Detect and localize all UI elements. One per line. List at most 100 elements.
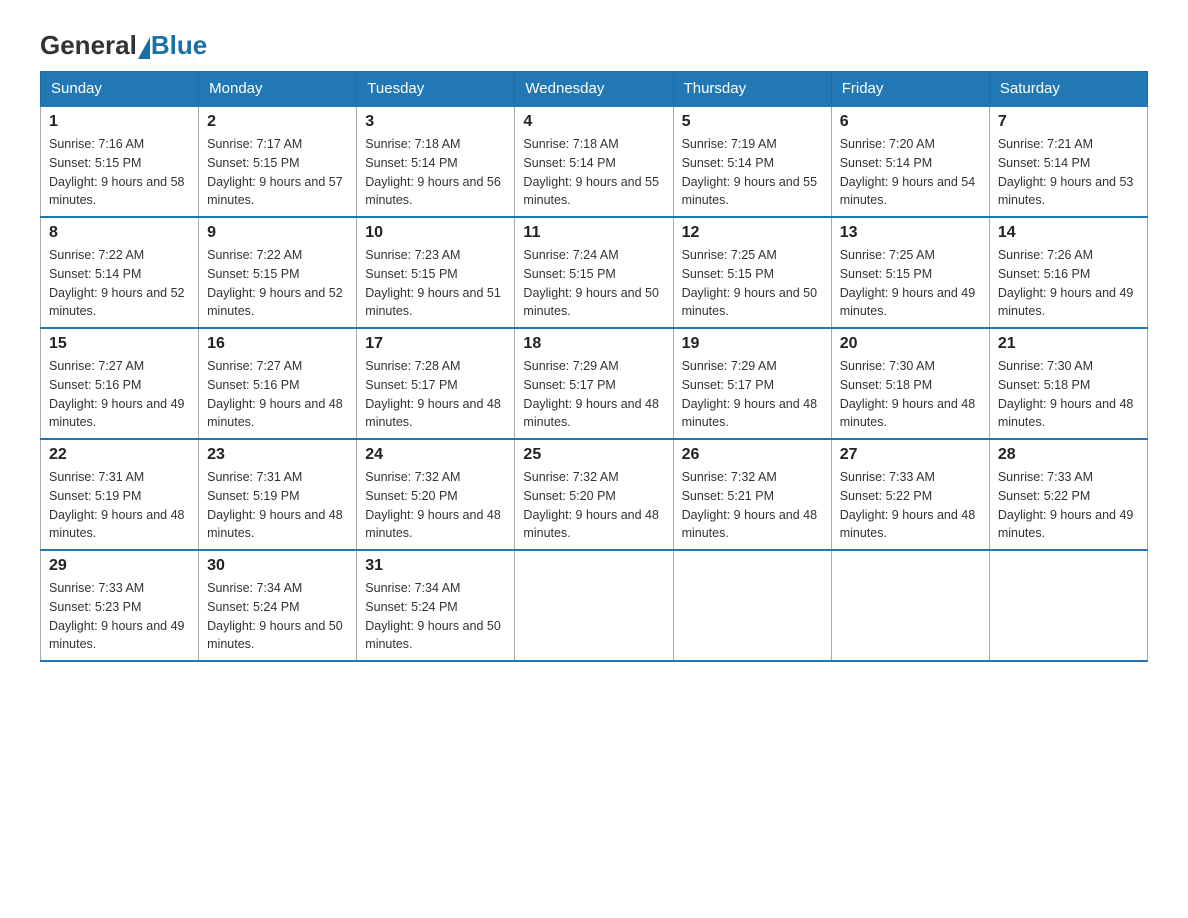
day-info: Sunrise: 7:29 AMSunset: 5:17 PMDaylight:…: [523, 359, 659, 429]
calendar-table: SundayMondayTuesdayWednesdayThursdayFrid…: [40, 71, 1148, 662]
calendar-cell: 5 Sunrise: 7:19 AMSunset: 5:14 PMDayligh…: [673, 106, 831, 217]
day-number: 25: [523, 446, 664, 464]
calendar-cell: 6 Sunrise: 7:20 AMSunset: 5:14 PMDayligh…: [831, 106, 989, 217]
calendar-cell: [989, 550, 1147, 661]
day-info: Sunrise: 7:23 AMSunset: 5:15 PMDaylight:…: [365, 248, 501, 318]
day-info: Sunrise: 7:21 AMSunset: 5:14 PMDaylight:…: [998, 137, 1134, 207]
day-info: Sunrise: 7:33 AMSunset: 5:22 PMDaylight:…: [998, 470, 1134, 540]
calendar-cell: 25 Sunrise: 7:32 AMSunset: 5:20 PMDaylig…: [515, 439, 673, 550]
weekday-header-monday: Monday: [199, 72, 357, 107]
day-info: Sunrise: 7:34 AMSunset: 5:24 PMDaylight:…: [365, 581, 501, 651]
day-number: 24: [365, 446, 506, 464]
day-number: 2: [207, 113, 348, 131]
calendar-cell: 13 Sunrise: 7:25 AMSunset: 5:15 PMDaylig…: [831, 217, 989, 328]
day-number: 18: [523, 335, 664, 353]
day-info: Sunrise: 7:24 AMSunset: 5:15 PMDaylight:…: [523, 248, 659, 318]
calendar-cell: 17 Sunrise: 7:28 AMSunset: 5:17 PMDaylig…: [357, 328, 515, 439]
day-number: 30: [207, 557, 348, 575]
calendar-cell: 27 Sunrise: 7:33 AMSunset: 5:22 PMDaylig…: [831, 439, 989, 550]
calendar-cell: [673, 550, 831, 661]
day-number: 10: [365, 224, 506, 242]
day-number: 28: [998, 446, 1139, 464]
calendar-cell: 31 Sunrise: 7:34 AMSunset: 5:24 PMDaylig…: [357, 550, 515, 661]
calendar-cell: 9 Sunrise: 7:22 AMSunset: 5:15 PMDayligh…: [199, 217, 357, 328]
day-info: Sunrise: 7:26 AMSunset: 5:16 PMDaylight:…: [998, 248, 1134, 318]
day-info: Sunrise: 7:19 AMSunset: 5:14 PMDaylight:…: [682, 137, 818, 207]
day-number: 23: [207, 446, 348, 464]
calendar-cell: 1 Sunrise: 7:16 AMSunset: 5:15 PMDayligh…: [41, 106, 199, 217]
logo-triangle-icon: [138, 37, 150, 59]
day-info: Sunrise: 7:32 AMSunset: 5:21 PMDaylight:…: [682, 470, 818, 540]
day-info: Sunrise: 7:16 AMSunset: 5:15 PMDaylight:…: [49, 137, 185, 207]
calendar-cell: 21 Sunrise: 7:30 AMSunset: 5:18 PMDaylig…: [989, 328, 1147, 439]
calendar-cell: 28 Sunrise: 7:33 AMSunset: 5:22 PMDaylig…: [989, 439, 1147, 550]
calendar-cell: [515, 550, 673, 661]
day-number: 1: [49, 113, 190, 131]
calendar-cell: 11 Sunrise: 7:24 AMSunset: 5:15 PMDaylig…: [515, 217, 673, 328]
day-info: Sunrise: 7:33 AMSunset: 5:22 PMDaylight:…: [840, 470, 976, 540]
day-number: 3: [365, 113, 506, 131]
weekday-header-wednesday: Wednesday: [515, 72, 673, 107]
day-number: 15: [49, 335, 190, 353]
calendar-cell: 19 Sunrise: 7:29 AMSunset: 5:17 PMDaylig…: [673, 328, 831, 439]
calendar-cell: 12 Sunrise: 7:25 AMSunset: 5:15 PMDaylig…: [673, 217, 831, 328]
calendar-cell: 20 Sunrise: 7:30 AMSunset: 5:18 PMDaylig…: [831, 328, 989, 439]
weekday-header-row: SundayMondayTuesdayWednesdayThursdayFrid…: [41, 72, 1148, 107]
calendar-week-row: 22 Sunrise: 7:31 AMSunset: 5:19 PMDaylig…: [41, 439, 1148, 550]
day-info: Sunrise: 7:22 AMSunset: 5:14 PMDaylight:…: [49, 248, 185, 318]
day-number: 20: [840, 335, 981, 353]
day-info: Sunrise: 7:18 AMSunset: 5:14 PMDaylight:…: [523, 137, 659, 207]
day-number: 13: [840, 224, 981, 242]
day-number: 4: [523, 113, 664, 131]
day-info: Sunrise: 7:29 AMSunset: 5:17 PMDaylight:…: [682, 359, 818, 429]
day-number: 31: [365, 557, 506, 575]
calendar-cell: 16 Sunrise: 7:27 AMSunset: 5:16 PMDaylig…: [199, 328, 357, 439]
day-number: 22: [49, 446, 190, 464]
calendar-cell: 8 Sunrise: 7:22 AMSunset: 5:14 PMDayligh…: [41, 217, 199, 328]
day-info: Sunrise: 7:28 AMSunset: 5:17 PMDaylight:…: [365, 359, 501, 429]
weekday-header-sunday: Sunday: [41, 72, 199, 107]
day-number: 21: [998, 335, 1139, 353]
weekday-header-saturday: Saturday: [989, 72, 1147, 107]
day-info: Sunrise: 7:30 AMSunset: 5:18 PMDaylight:…: [998, 359, 1134, 429]
day-number: 14: [998, 224, 1139, 242]
calendar-cell: 26 Sunrise: 7:32 AMSunset: 5:21 PMDaylig…: [673, 439, 831, 550]
calendar-cell: 22 Sunrise: 7:31 AMSunset: 5:19 PMDaylig…: [41, 439, 199, 550]
day-number: 8: [49, 224, 190, 242]
day-info: Sunrise: 7:34 AMSunset: 5:24 PMDaylight:…: [207, 581, 343, 651]
day-number: 12: [682, 224, 823, 242]
page-header: General Blue: [40, 30, 1148, 61]
calendar-cell: 18 Sunrise: 7:29 AMSunset: 5:17 PMDaylig…: [515, 328, 673, 439]
day-number: 7: [998, 113, 1139, 131]
calendar-week-row: 8 Sunrise: 7:22 AMSunset: 5:14 PMDayligh…: [41, 217, 1148, 328]
day-info: Sunrise: 7:27 AMSunset: 5:16 PMDaylight:…: [49, 359, 185, 429]
day-number: 27: [840, 446, 981, 464]
calendar-cell: 7 Sunrise: 7:21 AMSunset: 5:14 PMDayligh…: [989, 106, 1147, 217]
logo-general-text: General: [40, 30, 137, 61]
weekday-header-thursday: Thursday: [673, 72, 831, 107]
logo-blue-text: Blue: [151, 30, 207, 61]
day-number: 17: [365, 335, 506, 353]
calendar-cell: 14 Sunrise: 7:26 AMSunset: 5:16 PMDaylig…: [989, 217, 1147, 328]
day-info: Sunrise: 7:25 AMSunset: 5:15 PMDaylight:…: [682, 248, 818, 318]
calendar-week-row: 29 Sunrise: 7:33 AMSunset: 5:23 PMDaylig…: [41, 550, 1148, 661]
calendar-cell: 29 Sunrise: 7:33 AMSunset: 5:23 PMDaylig…: [41, 550, 199, 661]
day-info: Sunrise: 7:31 AMSunset: 5:19 PMDaylight:…: [49, 470, 185, 540]
day-number: 29: [49, 557, 190, 575]
day-info: Sunrise: 7:20 AMSunset: 5:14 PMDaylight:…: [840, 137, 976, 207]
day-info: Sunrise: 7:25 AMSunset: 5:15 PMDaylight:…: [840, 248, 976, 318]
day-number: 6: [840, 113, 981, 131]
calendar-cell: 4 Sunrise: 7:18 AMSunset: 5:14 PMDayligh…: [515, 106, 673, 217]
day-info: Sunrise: 7:18 AMSunset: 5:14 PMDaylight:…: [365, 137, 501, 207]
day-number: 16: [207, 335, 348, 353]
calendar-cell: 10 Sunrise: 7:23 AMSunset: 5:15 PMDaylig…: [357, 217, 515, 328]
day-number: 11: [523, 224, 664, 242]
weekday-header-tuesday: Tuesday: [357, 72, 515, 107]
day-info: Sunrise: 7:17 AMSunset: 5:15 PMDaylight:…: [207, 137, 343, 207]
logo: General Blue: [40, 30, 207, 61]
calendar-cell: 24 Sunrise: 7:32 AMSunset: 5:20 PMDaylig…: [357, 439, 515, 550]
day-info: Sunrise: 7:31 AMSunset: 5:19 PMDaylight:…: [207, 470, 343, 540]
calendar-cell: 3 Sunrise: 7:18 AMSunset: 5:14 PMDayligh…: [357, 106, 515, 217]
day-number: 5: [682, 113, 823, 131]
day-info: Sunrise: 7:30 AMSunset: 5:18 PMDaylight:…: [840, 359, 976, 429]
